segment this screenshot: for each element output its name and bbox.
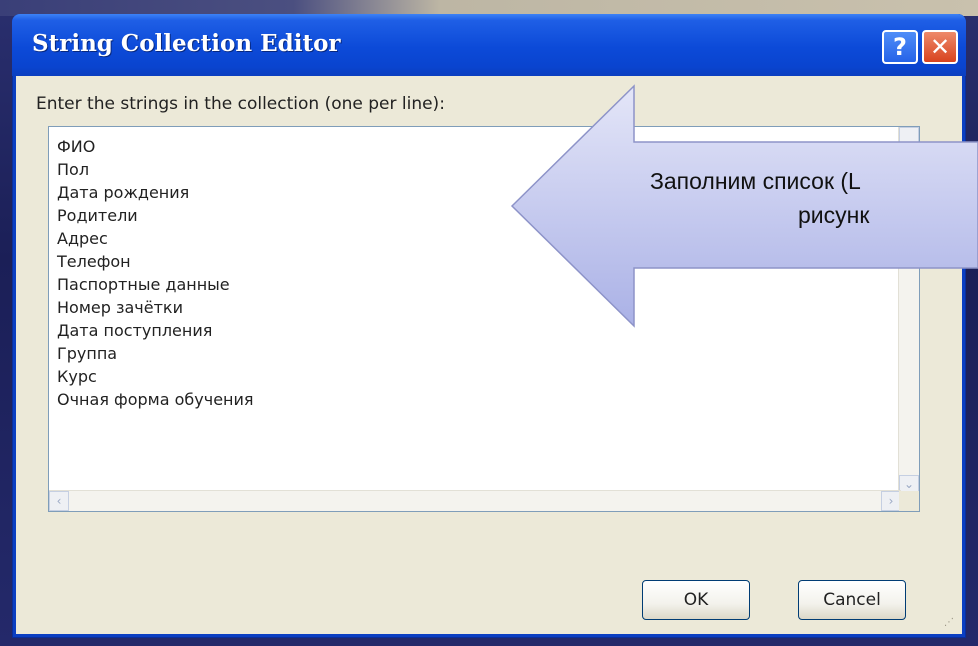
help-button[interactable]: ? xyxy=(882,30,918,64)
chevron-right-icon[interactable]: › xyxy=(881,491,901,511)
close-button[interactable]: ✕ xyxy=(922,30,958,64)
scrollbar-corner xyxy=(899,491,919,511)
title-bar[interactable]: String Collection Editor ? ✕ xyxy=(12,14,966,76)
string-collection-editor-window: String Collection Editor ? ✕ Enter the s… xyxy=(12,14,966,638)
callout-line-1: Заполним список (L xyxy=(650,168,861,194)
list-item: Адрес xyxy=(57,229,108,248)
list-item: ФИО xyxy=(57,137,96,156)
chevron-up-icon[interactable] xyxy=(899,127,919,145)
close-icon: ✕ xyxy=(929,33,951,61)
list-item: Курс xyxy=(57,367,97,386)
list-item: Группа xyxy=(57,344,118,363)
window-title: String Collection Editor xyxy=(32,30,341,57)
list-item: Очная форма обучения xyxy=(57,390,254,409)
dialog-client-area: Enter the strings in the collection (one… xyxy=(16,76,962,634)
callout-line-2: рисунк xyxy=(798,202,870,228)
help-icon: ? xyxy=(893,33,907,61)
list-item: Телефон xyxy=(57,252,131,271)
chevron-left-icon[interactable]: ‹ xyxy=(49,491,69,511)
list-item: Паспортные данные xyxy=(57,275,230,294)
strings-list: ФИО Пол Дата рождения Родители Адрес Тел… xyxy=(57,135,254,411)
list-item: Номер зачётки xyxy=(57,298,183,317)
horizontal-scrollbar[interactable]: ‹ › xyxy=(49,490,901,511)
list-item: Дата рождения xyxy=(57,183,190,202)
list-item: Родители xyxy=(57,206,138,225)
list-item: Пол xyxy=(57,160,90,179)
resize-grip-icon[interactable]: ⋰ xyxy=(944,616,958,630)
cancel-button[interactable]: Cancel xyxy=(798,580,906,620)
ok-button[interactable]: OK xyxy=(642,580,750,620)
instruction-label: Enter the strings in the collection (one… xyxy=(36,94,445,114)
list-item: Дата поступления xyxy=(57,321,213,340)
callout-text: Заполним список (L рисунк xyxy=(650,164,978,232)
